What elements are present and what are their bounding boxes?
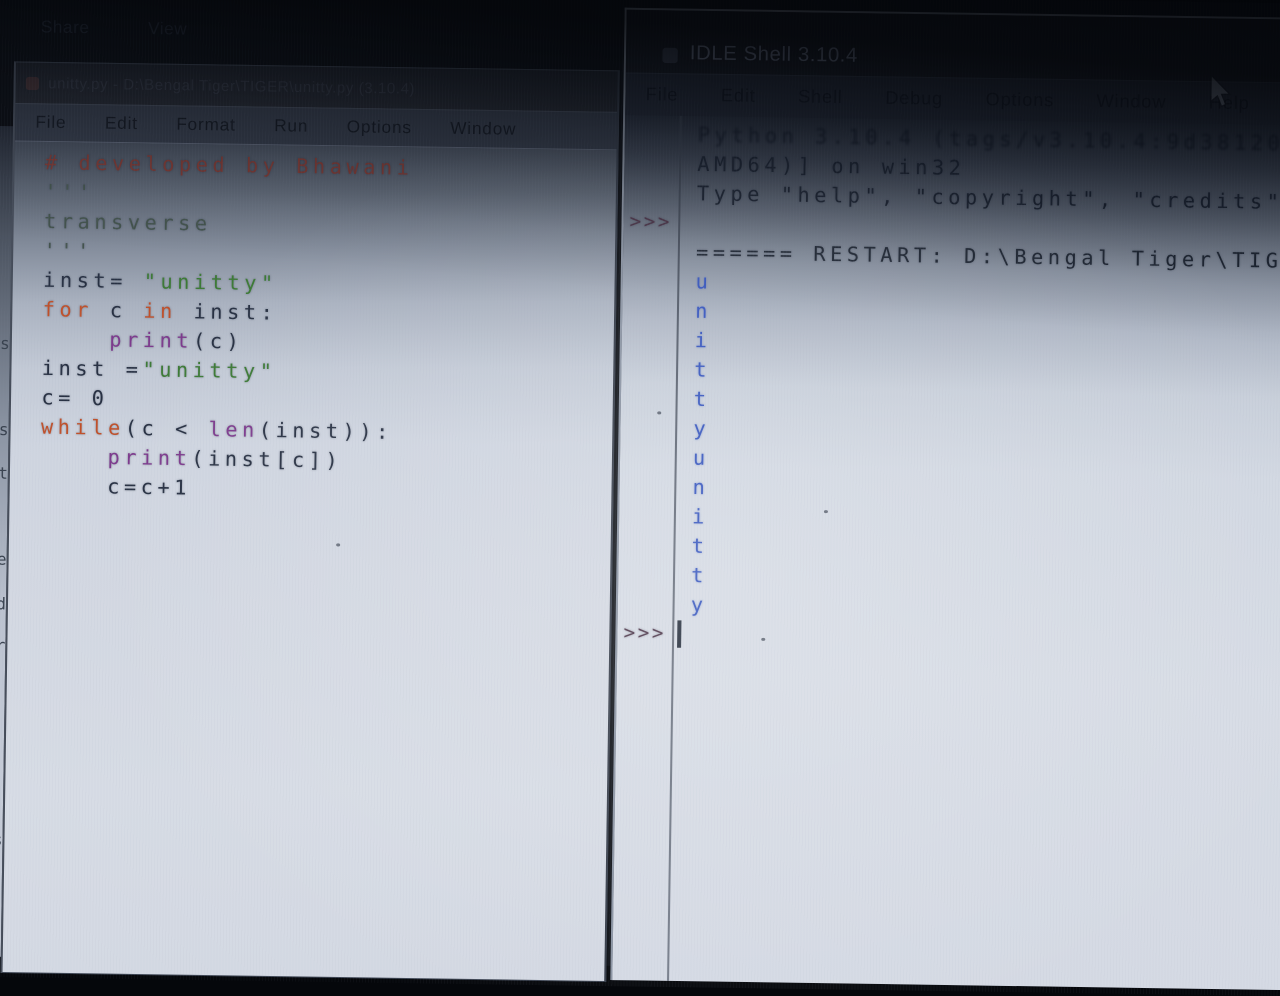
ribbon-share-tab[interactable]: Share: [41, 17, 90, 38]
shell-window-title: IDLE Shell 3.10.4: [690, 42, 858, 68]
editor-menu-edit[interactable]: Edit: [105, 113, 138, 134]
code-token: inst=: [43, 268, 144, 294]
code-token: "unitty": [144, 269, 278, 295]
shell-menu-shell[interactable]: Shell: [798, 86, 843, 108]
editor-menu-run[interactable]: Run: [274, 116, 308, 137]
shell-menu-edit[interactable]: Edit: [721, 85, 756, 107]
shell-output: Python 3.10.4 (tags/v3.10.4:9d38120AMD64…: [617, 119, 1280, 658]
background-text-fragment: s: [0, 334, 10, 353]
code-token: (c): [193, 328, 244, 353]
code-token: (c <: [125, 416, 209, 442]
code-token: "unitty": [142, 357, 276, 383]
idle-shell-window: IDLE Shell 3.10.4 File Edit Shell Debug Opti…: [610, 8, 1280, 991]
explorer-ribbon: Share View: [41, 17, 188, 39]
code-token: inst =: [42, 356, 143, 382]
editor-text-area[interactable]: # developed by Bhawani'''transverse'''in…: [3, 141, 617, 980]
code-token: c: [93, 298, 144, 323]
shell-prompt: >>>: [629, 207, 676, 237]
shell-prompt: >>>: [623, 619, 670, 649]
shell-menu-window[interactable]: Window: [1096, 91, 1166, 113]
shell-menu-options[interactable]: Options: [985, 89, 1054, 111]
screen-photo: sstedertsnt: Share View unitty.py - D:\B…: [0, 0, 1280, 976]
code-token: [40, 444, 107, 469]
code-token: inst:: [177, 299, 278, 325]
code-token: c=c+1: [40, 473, 191, 500]
code-token: ''': [43, 238, 94, 263]
editor-menu-file[interactable]: File: [35, 112, 66, 133]
code-token: print: [109, 327, 193, 353]
code-token: ''': [44, 179, 95, 204]
dust-speck: [761, 638, 765, 641]
code-token: (inst)):: [259, 418, 393, 444]
dust-speck: [824, 510, 828, 513]
code-token: [42, 326, 109, 351]
editor-window-title: unitty.py - D:\Bengal Tiger\TIGER\unitty…: [48, 75, 415, 98]
ribbon-view-tab[interactable]: View: [148, 19, 187, 40]
editor-file-icon: [26, 76, 39, 89]
code-token: # developed by Bhawani: [45, 150, 414, 180]
editor-menu-window[interactable]: Window: [450, 119, 516, 140]
shell-menu-debug[interactable]: Debug: [885, 88, 943, 110]
editor-menu-format[interactable]: Format: [176, 114, 236, 135]
code-token: len: [208, 417, 259, 442]
dust-speck: [657, 411, 661, 414]
code-token: print: [107, 445, 191, 471]
shell-titlebar[interactable]: IDLE Shell 3.10.4: [626, 10, 1280, 83]
idle-shell-icon: [662, 48, 677, 63]
mouse-pointer-icon: [1209, 75, 1234, 108]
editor-menu-options[interactable]: Options: [347, 117, 412, 138]
code-token: c= 0: [41, 385, 108, 410]
dust-speck: [336, 543, 340, 546]
shell-menu-file[interactable]: File: [646, 84, 679, 106]
text-cursor: [677, 620, 681, 647]
code-token: in: [143, 298, 177, 323]
code-token: for: [43, 297, 94, 322]
code-token: transverse: [44, 209, 212, 236]
code-token: while: [41, 414, 125, 440]
shell-text-area[interactable]: Python 3.10.4 (tags/v3.10.4:9d38120AMD64…: [612, 115, 1280, 990]
editor-window: unitty.py - D:\Bengal Tiger\TIGER\unitty…: [1, 61, 620, 982]
code-token: (inst[c]): [191, 446, 342, 473]
background-text-fragment: s: [0, 420, 9, 439]
